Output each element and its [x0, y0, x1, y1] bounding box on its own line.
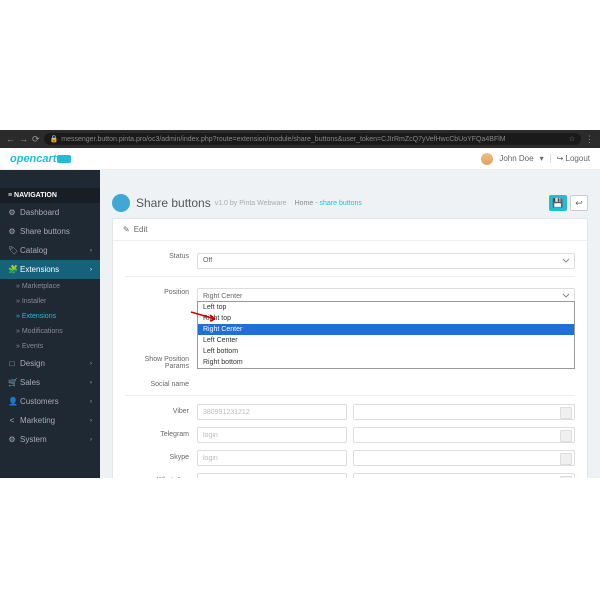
whatsapp-input[interactable] [197, 473, 347, 478]
sidebar-sub-extensions[interactable]: » Extensions [0, 309, 100, 324]
viber-label: Viber [125, 404, 197, 415]
position-option-right-bottom[interactable]: Right bottom [198, 357, 574, 368]
edit-panel: ✎Edit Status Off Position Right Center L… [112, 218, 588, 478]
sidebar: ≡ NAVIGATION ⚙Dashboard ⚙Share buttons 🏷… [0, 148, 100, 478]
sidebar-item-marketing[interactable]: <Marketing› [0, 411, 100, 430]
sidebar-sub-modifications[interactable]: » Modifications [0, 324, 100, 339]
position-option-right-top[interactable]: Right top [198, 313, 574, 324]
skype-label: Skype [125, 450, 197, 461]
position-option-left-top[interactable]: Left top [198, 302, 574, 313]
status-select[interactable]: Off [197, 253, 575, 269]
whatsapp-toggle[interactable] [353, 473, 575, 478]
back-button[interactable]: ↩ [570, 195, 588, 211]
bookmark-icon[interactable]: ☆ [569, 135, 575, 143]
breadcrumb-current[interactable]: share buttons [320, 200, 362, 207]
position-dropdown: Left top Right top Right Center Left Cen… [197, 301, 575, 369]
customers-icon: 👤 [8, 397, 16, 406]
marketing-icon: < [8, 416, 16, 425]
viber-toggle[interactable] [353, 404, 575, 420]
nav-header: ≡ NAVIGATION [0, 188, 100, 203]
back-icon[interactable]: ← [6, 134, 15, 144]
sidebar-sub-marketplace[interactable]: » Marketplace [0, 279, 100, 294]
socialname-label: Social name [125, 377, 197, 388]
lock-icon: 🔒 [50, 135, 59, 143]
dashboard-icon: ⚙ [8, 208, 16, 217]
logout-link[interactable]: ↪ Logout [550, 154, 590, 163]
user-name[interactable]: John Doe [499, 154, 533, 163]
reload-icon[interactable]: ⟳ [32, 134, 40, 145]
catalog-icon: 🏷 [8, 246, 16, 255]
telegram-label: Telegram [125, 427, 197, 438]
whatsapp-label: WhatsApp [125, 473, 197, 478]
position-option-right-center[interactable]: Right Center [198, 324, 574, 335]
page-icon [112, 194, 130, 212]
sidebar-item-system[interactable]: ⚙System› [0, 430, 100, 449]
showpos-label: Show Position Params [125, 352, 197, 370]
url-text: messenger.button.pinta.pro/oc3/admin/ind… [61, 136, 505, 143]
url-bar[interactable]: 🔒 messenger.button.pinta.pro/oc3/admin/i… [44, 133, 581, 145]
position-option-left-center[interactable]: Left Center [198, 335, 574, 346]
breadcrumb: Home - share buttons [295, 200, 362, 207]
sidebar-sub-events[interactable]: » Events [0, 339, 100, 354]
sidebar-item-customers[interactable]: 👤Customers› [0, 392, 100, 411]
sidebar-item-catalog[interactable]: 🏷Catalog› [0, 241, 100, 260]
skype-toggle[interactable] [353, 450, 575, 466]
viber-input[interactable] [197, 404, 347, 420]
position-option-left-bottom[interactable]: Left bottom [198, 346, 574, 357]
extensions-icon: 🧩 [8, 265, 16, 274]
menu-icon[interactable]: ⋮ [585, 134, 594, 145]
sidebar-item-extensions[interactable]: 🧩Extensions› [0, 260, 100, 279]
main-content: Share buttons v1.0 by Pinta Webware Home… [100, 148, 600, 478]
position-label: Position [125, 285, 197, 296]
chevron-down-icon[interactable]: ▾ [540, 154, 544, 163]
panel-header: ✎Edit [113, 219, 587, 241]
telegram-input[interactable] [197, 427, 347, 443]
app-header: opencart John Doe ▾ ↪ Logout [0, 148, 600, 170]
sales-icon: 🛒 [8, 378, 16, 387]
logo[interactable]: opencart [10, 153, 71, 165]
save-button[interactable]: 💾 [549, 195, 567, 211]
browser-chrome: ← → ⟳ 🔒 messenger.button.pinta.pro/oc3/a… [0, 130, 600, 148]
telegram-toggle[interactable] [353, 427, 575, 443]
design-icon: □ [8, 359, 16, 368]
skype-input[interactable] [197, 450, 347, 466]
breadcrumb-home[interactable]: Home [295, 200, 314, 207]
sidebar-sub-installer[interactable]: » Installer [0, 294, 100, 309]
share-icon: ⚙ [8, 227, 16, 236]
status-label: Status [125, 249, 197, 260]
forward-icon[interactable]: → [19, 134, 28, 144]
avatar[interactable] [481, 153, 493, 165]
sidebar-item-design[interactable]: □Design› [0, 354, 100, 373]
sidebar-item-dashboard[interactable]: ⚙Dashboard [0, 203, 100, 222]
sidebar-item-share-buttons[interactable]: ⚙Share buttons [0, 222, 100, 241]
page-title: Share buttons [136, 196, 211, 210]
system-icon: ⚙ [8, 435, 16, 444]
pencil-icon: ✎ [123, 225, 130, 234]
page-subtitle: v1.0 by Pinta Webware [215, 200, 287, 207]
sidebar-item-sales[interactable]: 🛒Sales› [0, 373, 100, 392]
